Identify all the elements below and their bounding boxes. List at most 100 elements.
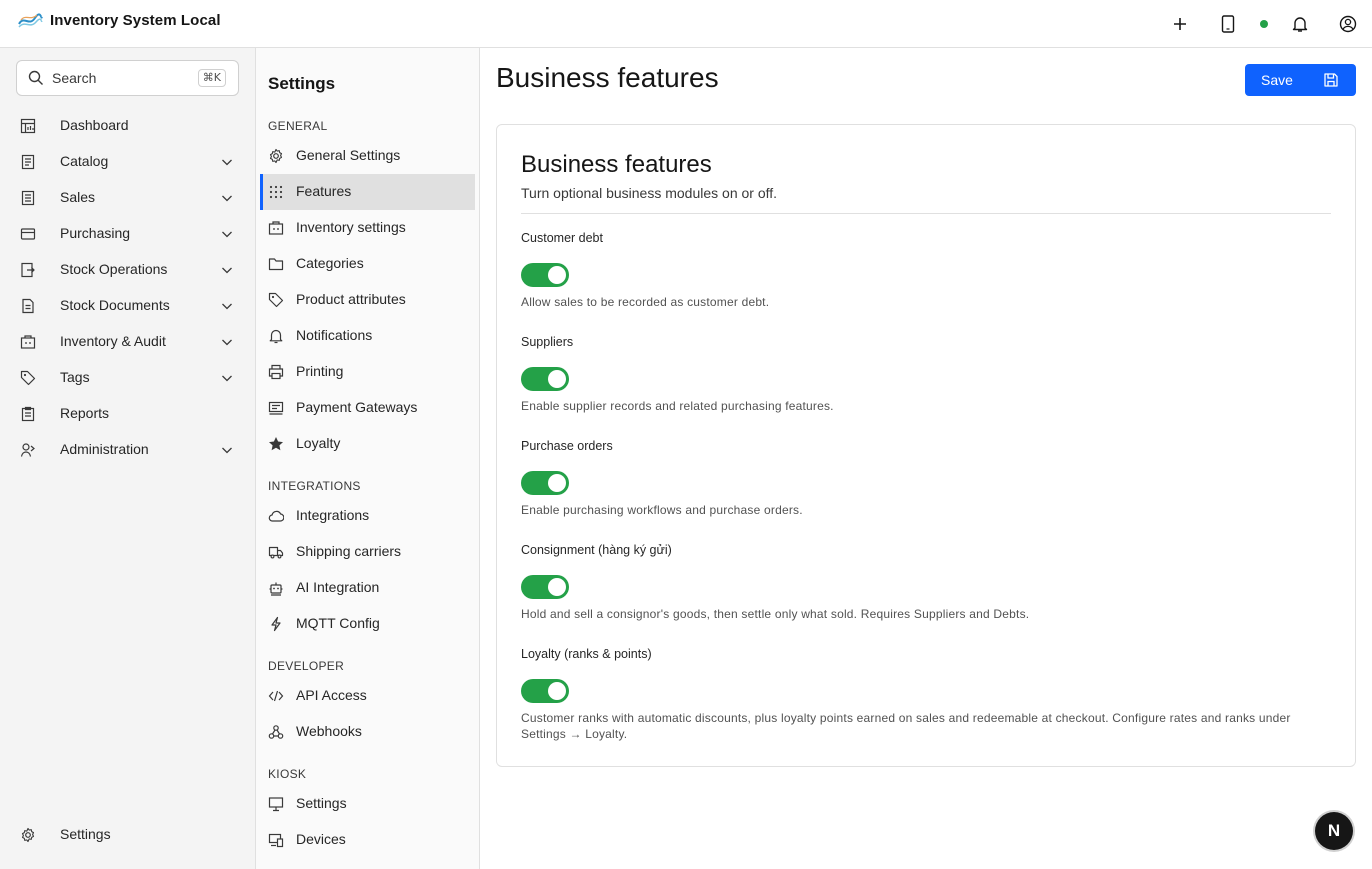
sidebar-item-label: Purchasing	[60, 225, 131, 241]
submenu-item-loyalty[interactable]: Loyalty	[260, 426, 475, 462]
submenu-item-categories[interactable]: Categories	[260, 246, 475, 282]
tag-icon	[268, 292, 284, 308]
submenu-item-product-attributes[interactable]: Product attributes	[260, 282, 475, 318]
feature-desc-loyalty: Customer ranks with automatic discounts,…	[521, 711, 1291, 741]
sidebar-item-catalog[interactable]: Catalog	[0, 144, 255, 180]
save-button[interactable]: Save	[1245, 64, 1356, 96]
warehouse-icon	[20, 334, 36, 350]
monitor-icon	[268, 796, 284, 812]
submenu-item-shipping-carriers[interactable]: Shipping carriers	[260, 534, 475, 570]
grid-icon	[268, 184, 284, 200]
user-circle-icon[interactable]	[1336, 12, 1360, 36]
submenu-item-devices[interactable]: Devices	[260, 822, 475, 858]
submenu-title: Settings	[268, 74, 336, 93]
warehouse-icon	[268, 220, 284, 236]
bell-icon	[268, 328, 284, 344]
report-icon	[20, 406, 36, 422]
toggle-knob	[548, 474, 566, 492]
stock-operations-icon	[20, 262, 36, 278]
chevron-down-icon	[220, 227, 234, 241]
submenu-item-label: Integrations	[296, 507, 370, 523]
feature-desc-customer-debt: Allow sales to be recorded as customer d…	[521, 295, 770, 309]
page-title: Business features	[496, 62, 719, 93]
toggle-customer-debt[interactable]	[521, 263, 569, 287]
feature-label-customer-debt: Customer debt	[521, 231, 603, 245]
feature-desc-purchase-orders: Enable purchasing workflows and purchase…	[521, 503, 803, 517]
sidebar-item-label: Administration	[60, 441, 149, 457]
submenu-item-payment-gateways[interactable]: Payment Gateways	[260, 390, 475, 426]
chevron-down-icon	[220, 155, 234, 169]
submenu-item-integrations[interactable]: Integrations	[260, 498, 475, 534]
chevron-down-icon	[220, 335, 234, 349]
toggle-knob	[548, 682, 566, 700]
toggle-purchase-orders[interactable]	[521, 471, 569, 495]
submenu-item-features[interactable]: Features	[260, 174, 475, 210]
tablet-icon[interactable]	[1216, 12, 1240, 36]
main-sidebar: ⌘K Dashboard Catalog Sales Purchasing St…	[0, 48, 256, 869]
submenu-item-kiosk-settings[interactable]: Settings	[260, 786, 475, 822]
gear-icon	[20, 827, 36, 843]
toggle-consignment[interactable]	[521, 575, 569, 599]
chevron-down-icon	[220, 299, 234, 313]
app-logo	[17, 12, 43, 32]
submenu-item-mqtt-config[interactable]: MQTT Config	[260, 606, 475, 642]
submenu-item-label: Webhooks	[296, 723, 362, 739]
search-shortcut: ⌘K	[197, 69, 226, 87]
submenu-item-inventory-settings[interactable]: Inventory settings	[260, 210, 475, 246]
search-input[interactable]	[52, 67, 192, 89]
sidebar-item-label: Stock Documents	[60, 297, 170, 313]
chevron-down-icon	[220, 371, 234, 385]
feature-label-suppliers: Suppliers	[521, 335, 574, 349]
sidebar-item-dashboard[interactable]: Dashboard	[0, 108, 255, 144]
sidebar-item-reports[interactable]: Reports	[0, 396, 255, 432]
submenu-item-general-settings[interactable]: General Settings	[260, 138, 475, 174]
dashboard-icon	[20, 118, 36, 134]
settings-submenu: Settings GENERAL General Settings Featur…	[256, 48, 480, 869]
sidebar-item-stock-documents[interactable]: Stock Documents	[0, 288, 255, 324]
sidebar-item-label: Stock Operations	[60, 261, 168, 277]
lightning-icon	[268, 616, 284, 632]
tag-icon	[20, 370, 36, 386]
search-icon	[28, 70, 44, 86]
payment-icon	[268, 400, 284, 416]
plus-icon[interactable]	[1168, 12, 1192, 36]
sidebar-item-stock-operations[interactable]: Stock Operations	[0, 252, 255, 288]
feature-desc-suppliers: Enable supplier records and related purc…	[521, 399, 834, 413]
toggle-suppliers[interactable]	[521, 367, 569, 391]
bell-icon[interactable]	[1288, 12, 1312, 36]
submenu-item-api-access[interactable]: API Access	[260, 678, 475, 714]
save-button-label: Save	[1261, 72, 1293, 88]
sidebar-item-administration[interactable]: Administration	[0, 432, 255, 468]
submenu-item-label: Devices	[296, 831, 346, 847]
submenu-item-label: Inventory settings	[296, 219, 406, 235]
divider	[521, 213, 1331, 214]
top-header: Inventory System Local	[0, 0, 1372, 48]
submenu-item-notifications[interactable]: Notifications	[260, 318, 475, 354]
submenu-item-label: General Settings	[296, 147, 401, 163]
sidebar-item-purchasing[interactable]: Purchasing	[0, 216, 255, 252]
submenu-item-label: Payment Gateways	[296, 399, 418, 415]
submenu-item-label: API Access	[296, 687, 367, 703]
sidebar-item-sales[interactable]: Sales	[0, 180, 255, 216]
sidebar-item-label: Sales	[60, 189, 96, 205]
sidebar-item-inventory-audit[interactable]: Inventory & Audit	[0, 324, 255, 360]
printer-icon	[268, 364, 284, 380]
sales-icon	[20, 190, 36, 206]
framework-dev-badge[interactable]: N	[1315, 812, 1353, 850]
chevron-down-icon	[220, 191, 234, 205]
group-title-general: GENERAL	[268, 119, 328, 133]
submenu-item-label: MQTT Config	[296, 615, 380, 631]
code-icon	[268, 688, 284, 704]
submenu-item-printing[interactable]: Printing	[260, 354, 475, 390]
toggle-loyalty[interactable]	[521, 679, 569, 703]
submenu-item-ai-integration[interactable]: AI Integration	[260, 570, 475, 606]
catalog-icon	[20, 154, 36, 170]
sidebar-item-tags[interactable]: Tags	[0, 360, 255, 396]
submenu-item-webhooks[interactable]: Webhooks	[260, 714, 475, 750]
sidebar-item-settings[interactable]: Settings	[0, 817, 255, 853]
group-title-integrations: INTEGRATIONS	[268, 479, 361, 493]
search-box[interactable]: ⌘K	[16, 60, 239, 96]
toggle-knob	[548, 266, 566, 284]
group-title-developer: DEVELOPER	[268, 659, 345, 673]
submenu-item-label: Notifications	[296, 327, 373, 343]
